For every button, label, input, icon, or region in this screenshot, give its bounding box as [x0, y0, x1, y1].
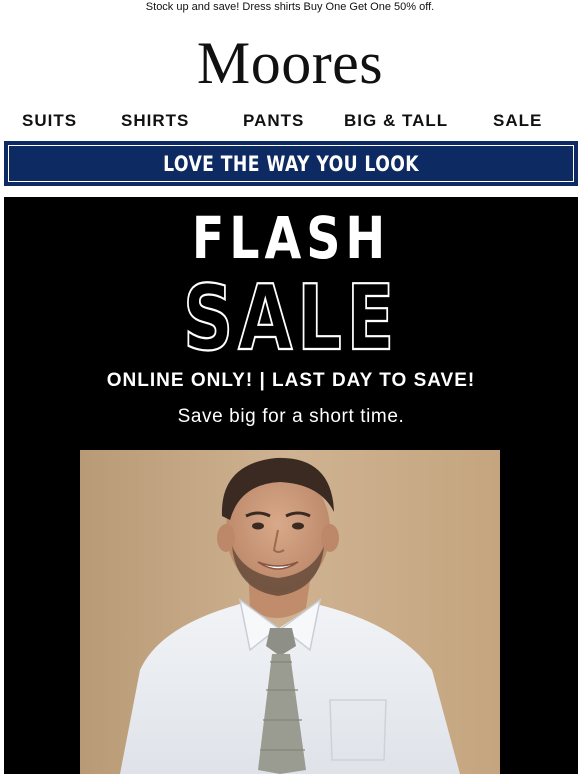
headline-flash: FLASH — [191, 204, 391, 272]
hero-tagline: Save big for a short time. — [177, 406, 405, 427]
hero-subline: ONLINE ONLY! | LAST DAY TO SAVE! — [106, 370, 476, 391]
nav-item-big-tall[interactable]: BIG & TALL — [344, 110, 448, 132]
nav-item-suits[interactable]: SUITS — [22, 110, 77, 132]
nav-item-shirts[interactable]: SHIRTS — [121, 110, 189, 132]
headline-sale: SALE — [182, 267, 399, 357]
nav-item-sale[interactable]: SALE — [493, 110, 542, 132]
nav-item-pants[interactable]: PANTS — [243, 110, 304, 132]
banner-text: LOVE THE WAY YOU LOOK — [163, 151, 419, 176]
model-photo[interactable] — [80, 450, 500, 774]
brand-logo[interactable]: Moores — [0, 28, 580, 98]
promo-banner[interactable]: LOVE THE WAY YOU LOOK — [4, 141, 578, 186]
banner-frame: LOVE THE WAY YOU LOOK — [8, 145, 574, 182]
flash-sale-hero[interactable]: FLASH SALE ONLINE ONLY! | LAST DAY TO SA… — [4, 197, 578, 774]
preheader-text: Stock up and save! Dress shirts Buy One … — [145, 1, 435, 13]
model-illustration-icon — [80, 450, 500, 774]
main-nav: SUITS SHIRTS PANTS BIG & TALL SALE — [0, 110, 580, 132]
sale-outline-text: SALE — [183, 267, 399, 357]
